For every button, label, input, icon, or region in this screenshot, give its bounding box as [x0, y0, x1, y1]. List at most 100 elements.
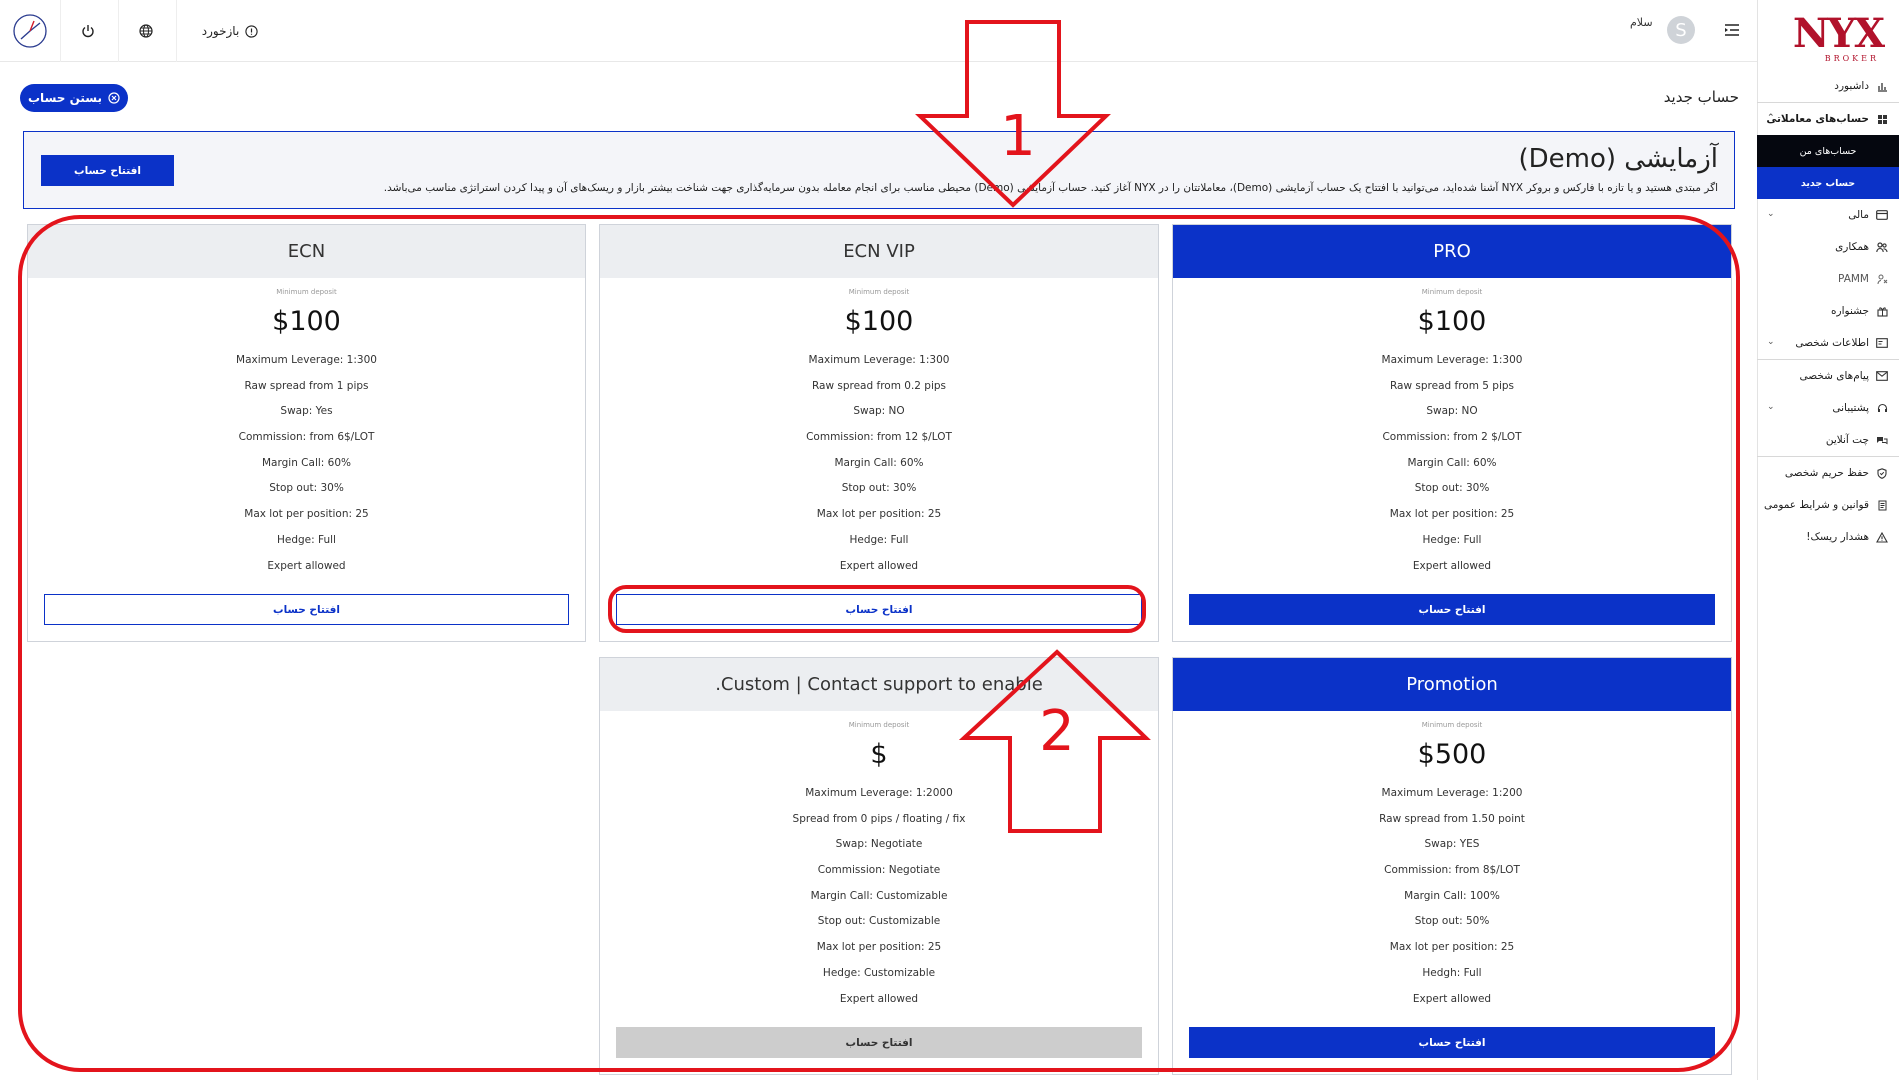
chat-icon — [1875, 433, 1889, 447]
sidebar-item-support[interactable]: پشتیبانی ⌄ — [1757, 392, 1899, 424]
account-card-pro: PRO Minimum deposit $100 Maximum Leverag… — [1172, 224, 1732, 642]
open-account-button-disabled[interactable]: افتتاح حساب — [616, 1027, 1142, 1058]
menu-icon — [1725, 24, 1739, 36]
feature-item: Hedge: Full — [1422, 533, 1482, 546]
demo-title: آزمایشی (Demo) — [1518, 144, 1718, 174]
feature-item: Raw spread from 5 pips — [1389, 379, 1515, 392]
sidebar-item-pamm[interactable]: PAMM — [1757, 263, 1899, 295]
sidebar-subitem-new-account[interactable]: حساب جدید — [1757, 167, 1899, 199]
page-title: حساب جدید — [1663, 88, 1739, 106]
feature-item: Stop out: 50% — [1414, 915, 1490, 928]
sidebar-item-messages[interactable]: پیام‌های شخصی — [1757, 360, 1899, 392]
sidebar-item-terms[interactable]: قوانین و شرایط عمومی — [1757, 489, 1899, 521]
close-circle-icon — [108, 92, 120, 104]
user-link-icon — [1875, 272, 1889, 286]
feedback-button[interactable]: بازخورد — [190, 0, 270, 62]
mail-icon — [1875, 369, 1889, 383]
card-title: PRO — [1173, 225, 1731, 278]
feature-item: Maximum Leverage: 1:300 — [1381, 354, 1523, 366]
divider — [176, 0, 177, 62]
feature-item: Commission: from 8$/LOT — [1384, 864, 1520, 877]
feature-item: Stop out: 30% — [269, 482, 344, 495]
feature-item: Hedge: Full — [849, 533, 909, 546]
card-price: $500 — [1417, 739, 1487, 770]
sidebar-item-label: PAMM — [1838, 273, 1869, 285]
feature-list: Maximum Leverage: 1:300 Raw spread from … — [28, 348, 585, 579]
open-account-button[interactable]: افتتاح حساب — [1189, 1027, 1715, 1058]
grid-icon — [1875, 112, 1889, 126]
sidebar-item-online-chat[interactable]: چت آنلاین — [1757, 424, 1899, 456]
demo-description: اگر مبتدی هستید و یا تازه با فارکس و برو… — [383, 182, 1718, 194]
card-title: ECN VIP — [600, 225, 1158, 278]
sidebar-item-risk-warning[interactable]: هشدار ریسک! — [1757, 521, 1899, 553]
feature-item: Stop out: Customizable — [817, 915, 941, 928]
shield-icon — [1875, 466, 1889, 480]
divider — [60, 0, 61, 62]
feature-list: Maximum Leverage: 1:300 Raw spread from … — [1173, 348, 1731, 579]
feature-item: Hedgh: Full — [1422, 966, 1482, 979]
sidebar-item-trading-accounts[interactable]: حساب‌های معاملاتی ⌃ — [1757, 103, 1899, 135]
sidebar-subitem-my-accounts[interactable]: حساب‌های من — [1757, 135, 1899, 167]
feature-item: Margin Call: 60% — [261, 456, 351, 469]
feature-item: Maximum Leverage: 1:300 — [236, 354, 377, 366]
sidebar-item-dashboard[interactable]: داشبورد — [1757, 70, 1899, 102]
sidebar-item-label: حساب‌های معاملاتی — [1766, 113, 1869, 125]
min-deposit-label: Minimum deposit — [1421, 721, 1483, 729]
sidebar-nav: داشبورد حساب‌های معاملاتی ⌃ حساب‌های من … — [1757, 70, 1899, 553]
feature-list: Maximum Leverage: 1:300 Raw spread from … — [600, 348, 1158, 579]
feature-item: Margin Call: 60% — [1407, 456, 1497, 469]
open-demo-account-button[interactable]: افتتاح حساب — [41, 155, 174, 186]
demo-account-panel: آزمایشی (Demo) اگر مبتدی هستید و یا تازه… — [23, 131, 1735, 209]
feature-item: Maximum Leverage: 1:300 — [808, 354, 950, 366]
sidebar-item-label: همکاری — [1835, 241, 1869, 253]
sidebar-item-privacy[interactable]: حفظ حریم شخصی — [1757, 457, 1899, 489]
people-icon — [1875, 240, 1889, 254]
warning-icon — [1875, 530, 1889, 544]
nyx-logo[interactable]: NYX BROKER — [1779, 12, 1885, 64]
open-account-button[interactable]: افتتاح حساب — [44, 594, 569, 625]
sidebar-item-personal-info[interactable]: اطلاعات شخصی ⌄ — [1757, 327, 1899, 359]
gift-icon — [1875, 304, 1889, 318]
card-price: $100 — [1417, 306, 1487, 337]
feature-item: Commission: from 2 $/LOT — [1382, 431, 1522, 444]
avatar[interactable]: S — [1667, 16, 1695, 44]
feature-item: Raw spread from 0.2 pips — [811, 379, 947, 392]
open-account-button[interactable]: افتتاح حساب — [616, 594, 1142, 625]
sidebar-item-festival[interactable]: جشنواره — [1757, 295, 1899, 327]
open-account-button[interactable]: افتتاح حساب — [1189, 594, 1715, 625]
sidebar-item-cooperation[interactable]: همکاری — [1757, 231, 1899, 263]
divider — [118, 0, 119, 62]
clock-icon — [13, 14, 47, 48]
card-price: $100 — [844, 306, 914, 337]
feature-item: Stop out: 30% — [841, 482, 917, 495]
feature-item: Raw spread from 1 pips — [244, 379, 369, 392]
sidebar-item-finance[interactable]: مالی ⌄ — [1757, 199, 1899, 231]
clock-logo-button[interactable] — [10, 0, 50, 62]
card-price: $ — [870, 739, 888, 770]
min-deposit-label: Minimum deposit — [848, 721, 910, 729]
min-deposit-label: Minimum deposit — [848, 288, 910, 296]
feature-item: Max lot per position: 25 — [1389, 941, 1515, 954]
topbar: بازخورد سلام S — [0, 0, 1757, 62]
sidebar-item-label: داشبورد — [1834, 80, 1869, 92]
menu-toggle-button[interactable] — [1724, 22, 1740, 38]
feature-item: Max lot per position: 25 — [816, 508, 942, 521]
feature-item: Max lot per position: 25 — [244, 508, 369, 521]
feature-list: Maximum Leverage: 1:2000 Spread from 0 p… — [600, 781, 1158, 1012]
feature-item: Swap: YES — [1424, 838, 1480, 851]
account-card-custom: .Custom | Contact support to enable Mini… — [599, 657, 1159, 1075]
language-button[interactable] — [126, 0, 166, 62]
id-card-icon — [1875, 336, 1889, 350]
feature-list: Maximum Leverage: 1:200 Raw spread from … — [1173, 781, 1731, 1012]
feature-item: Expert allowed — [1412, 559, 1492, 572]
close-account-button[interactable]: بستن حساب — [20, 84, 128, 112]
logout-button[interactable] — [70, 0, 106, 62]
sidebar-item-label: جشنواره — [1831, 305, 1869, 317]
card-title: ECN — [28, 225, 585, 278]
feature-item: Commission: from 6$/LOT — [238, 431, 375, 444]
account-card-promotion: Promotion Minimum deposit $500 Maximum L… — [1172, 657, 1732, 1075]
greeting-text: سلام — [1630, 16, 1653, 29]
feature-item: Swap: NO — [853, 405, 905, 418]
min-deposit-label: Minimum deposit — [276, 288, 337, 296]
chevron-down-icon: ⌄ — [1767, 209, 1775, 219]
